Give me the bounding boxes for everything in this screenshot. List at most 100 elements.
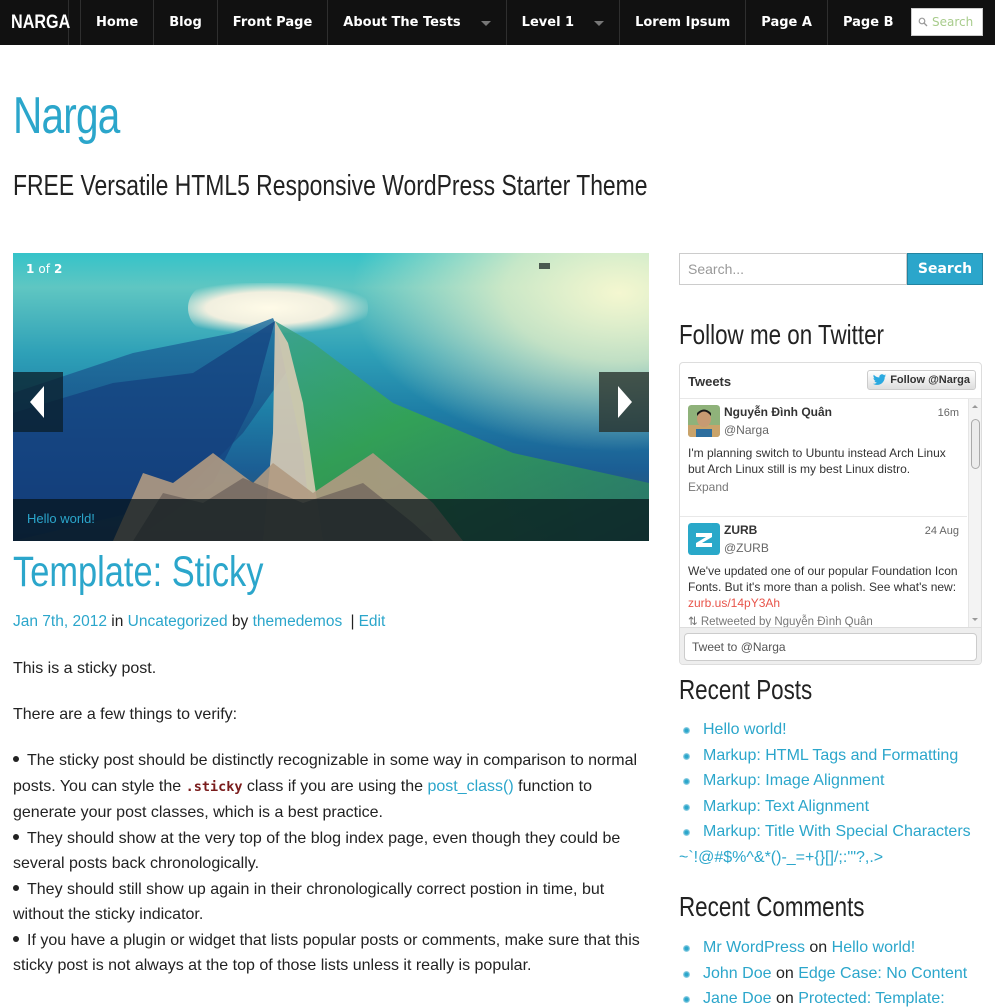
comment-on-label: on: [775, 964, 794, 982]
recent-comment-item: Jane Doe on Protected: Template:: [679, 986, 989, 1008]
tweet-compose-input[interactable]: [684, 633, 977, 661]
nav-item-page-b[interactable]: Page B: [828, 0, 909, 45]
sidebar-search-input[interactable]: [679, 253, 907, 285]
comment-post-link[interactable]: Edge Case: No Content: [798, 965, 967, 982]
slide-bullet-indicator[interactable]: [539, 263, 550, 269]
nav-label: Front Page: [232, 15, 313, 30]
tweet-text: We've updated one of our popular Foundat…: [688, 563, 959, 611]
bullet-icon: [683, 970, 690, 978]
tweet-time[interactable]: 24 Aug: [925, 525, 959, 537]
nav-item-blog[interactable]: Blog: [154, 0, 218, 45]
slide-of-label: of: [38, 262, 50, 276]
recent-post-link[interactable]: Markup: HTML Tags and Formatting: [703, 747, 958, 764]
zurb-avatar[interactable]: [688, 523, 720, 555]
slider-prev-button[interactable]: [13, 372, 63, 432]
post-title[interactable]: Template: Sticky: [13, 546, 263, 598]
bullet-dot-icon: [13, 884, 19, 891]
bullet-icon: [683, 803, 690, 811]
comment-author-link[interactable]: Mr WordPress: [703, 939, 805, 956]
nav-item-about-the-tests[interactable]: About The Tests: [328, 0, 507, 45]
tweet-author-handle[interactable]: @Narga: [724, 423, 769, 437]
recent-post-item: Markup: Text Alignment: [679, 794, 989, 820]
nav-label: Page B: [842, 15, 894, 30]
sidebar-search-form: Search: [679, 253, 983, 285]
main-nav: Home Blog Front Page About The Tests Lev…: [81, 0, 908, 45]
post-class-link[interactable]: post_class(): [427, 778, 513, 795]
post-date-link[interactable]: Jan 7th, 2012: [13, 613, 107, 630]
recent-comments-title: Recent Comments: [679, 891, 865, 922]
top-search-input[interactable]: [932, 15, 982, 29]
tweet-text: I'm planning switch to Ubuntu instead Ar…: [688, 446, 946, 476]
caret-down-icon: [480, 21, 491, 26]
caret-down-icon: [594, 21, 605, 26]
post-category-link[interactable]: Uncategorized: [128, 613, 228, 630]
bullet-icon: [683, 996, 690, 1003]
tweet-author-handle[interactable]: @ZURB: [724, 541, 769, 555]
code-snippet: .sticky: [185, 778, 243, 795]
post-bullet-item: The sticky post should be distinctly rec…: [13, 748, 649, 826]
recent-post-item: Hello world!: [679, 717, 989, 743]
retweet-info: ⇅ Retweeted by Nguyễn Đình Quân: [688, 614, 959, 627]
tweets-heading: Tweets: [688, 374, 732, 389]
tweet-item: ZURB @ZURB 24 Aug We've updated one of o…: [680, 517, 967, 627]
user-avatar[interactable]: [688, 405, 720, 437]
bullet-text: class if you are using the: [242, 777, 428, 795]
scroll-down-icon[interactable]: [972, 618, 978, 621]
bullet-text: They should show at the very top of the …: [13, 829, 621, 873]
bullet-dot-icon: [13, 756, 19, 762]
comment-author: John Doe: [703, 964, 772, 982]
brand-logo-link[interactable]: NARGA: [0, 0, 70, 45]
bullet-dot-icon: [13, 935, 19, 942]
nav-label: Lorem Ipsum: [635, 15, 731, 30]
post-author-link[interactable]: themedemos: [253, 613, 343, 630]
search-icon: [918, 17, 928, 27]
recent-post-link[interactable]: Markup: Image Alignment: [703, 772, 884, 789]
nav-item-front-page[interactable]: Front Page: [218, 0, 329, 45]
tweet-author-name[interactable]: ZURB: [724, 523, 757, 537]
sidebar-search-button[interactable]: Search: [907, 253, 983, 285]
recent-post-link[interactable]: Markup: Title With Special Characters ~`…: [679, 823, 971, 866]
comment-post-link[interactable]: Hello world!: [832, 939, 916, 956]
recent-post-item: Markup: Title With Special Characters ~`…: [679, 819, 989, 870]
bullet-icon: [683, 727, 690, 734]
post-bullet-list: The sticky post should be distinctly rec…: [13, 748, 649, 979]
tweet-link[interactable]: zurb.us/14pY3Ah: [688, 596, 780, 610]
tweet-scrollbar[interactable]: [968, 399, 981, 627]
site-description: FREE Versatile HTML5 Responsive WordPres…: [13, 170, 648, 202]
post-edit-link[interactable]: Edit: [359, 613, 386, 630]
meta-by-label: by: [231, 613, 249, 630]
recent-post-link[interactable]: Hello world!: [703, 721, 787, 738]
slide-caption-link[interactable]: Hello world!: [27, 511, 95, 526]
top-search-box: [911, 8, 983, 36]
slide-total: 2: [53, 262, 63, 276]
scrollbar-thumb[interactable]: [971, 419, 980, 469]
bullet-icon: [683, 752, 690, 760]
comment-author: Jane Doe: [703, 990, 772, 1007]
recent-comments-list: Mr WordPress on Hello world! John Doe on…: [679, 935, 989, 1008]
slider-next-button[interactable]: [599, 372, 649, 432]
twitter-header: Tweets Follow @Narga: [680, 363, 981, 399]
nav-item-home[interactable]: Home: [81, 0, 155, 45]
nav-item-lorem-ipsum[interactable]: Lorem Ipsum: [620, 0, 747, 45]
follow-button[interactable]: Follow @Narga: [867, 370, 976, 390]
tweet-time[interactable]: 16m: [938, 407, 959, 419]
recent-post-link[interactable]: Markup: Text Alignment: [703, 798, 869, 815]
tweet-expand-link[interactable]: Expand: [688, 480, 959, 494]
post-meta: Jan 7th, 2012 in Uncategorized by themed…: [13, 613, 385, 631]
comment-on-label: on: [775, 990, 794, 1007]
nav-label: Blog: [169, 15, 202, 30]
site-title[interactable]: Narga: [13, 86, 120, 146]
recent-posts-list: Hello world! Markup: HTML Tags and Forma…: [679, 717, 989, 870]
twitter-bird-icon: [873, 374, 887, 385]
post-paragraph: There are a few things to verify:: [13, 706, 238, 723]
top-bar: NARGA Home Blog Front Page About The Tes…: [0, 0, 995, 45]
slide-counter: 1 of 2: [26, 262, 62, 276]
bullet-text: If you have a plugin or widget that list…: [13, 931, 640, 975]
tweet-author-name[interactable]: Nguyễn Đình Quân: [724, 405, 832, 419]
tweet-text-body: We've updated one of our popular Foundat…: [688, 564, 958, 594]
nav-item-page-a[interactable]: Page A: [746, 0, 828, 45]
nav-item-level-1[interactable]: Level 1: [507, 0, 621, 45]
scroll-up-icon[interactable]: [972, 405, 978, 408]
comment-post-link[interactable]: Protected: Template:: [798, 990, 944, 1007]
retweet-label: Retweeted by Nguyễn Đình Quân: [700, 616, 873, 627]
